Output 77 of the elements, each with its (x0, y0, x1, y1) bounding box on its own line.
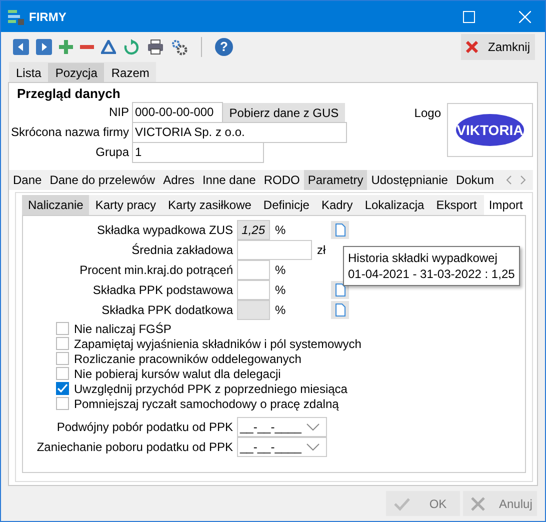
checkbox-label: Pomniejszaj ryczałt samochodowy o pracę zdalną (74, 396, 339, 410)
field-label: Średnia zakładowa (130, 242, 234, 256)
subsection-tab[interactable]: Karty pracy (89, 195, 162, 215)
help-button[interactable]: ? (215, 38, 233, 56)
section-tab[interactable]: Dokum (452, 170, 498, 190)
gears-icon[interactable] (171, 38, 188, 56)
view-tab[interactable]: Pozycja (48, 62, 104, 82)
section-tab[interactable]: Inne dane (198, 170, 260, 190)
close-icon[interactable] (519, 10, 531, 22)
app-icon (7, 8, 25, 26)
section-tab[interactable]: Dane do przelewów (46, 170, 160, 190)
field-label: Składka PPK podstawowa (92, 282, 234, 296)
printer-icon[interactable] (147, 39, 164, 55)
checkbox-label: Nie pobieraj kursów walut dla delegacji (74, 366, 281, 380)
tooltip: Historia składki wypadkowej 01-04-2021 - 31-03-2022 : 1,25 (343, 246, 520, 286)
group-field[interactable]: 1 (132, 142, 264, 163)
section-title: Przegląd danych (17, 86, 122, 101)
field-label: Procent min.kraj.do potrąceń (78, 262, 234, 276)
checkbox[interactable] (56, 397, 69, 410)
field-label: Zaniechanie poboru podatku od PPK (36, 440, 234, 454)
field-label: Grupa (94, 144, 130, 161)
logo-image: VIKTORIA (456, 114, 524, 146)
field-label: NIP (108, 104, 130, 121)
field-label: Składka wypadkowa ZUS (96, 222, 234, 236)
section-tab[interactable]: RODO (260, 170, 304, 190)
field-label: Podwójny pobór podatku od PPK (56, 420, 234, 434)
checkbox-label: Zapamiętaj wyjaśnienia składników i pól systemowych (74, 336, 362, 350)
date-dropdown[interactable]: __-__-____ (237, 417, 327, 437)
checkbox-label: Rozliczanie pracowników oddelegowanych (74, 352, 302, 366)
subsection-tab[interactable]: Karty zasiłkowe (162, 195, 258, 215)
plus-icon[interactable] (59, 40, 73, 54)
subsection-tab[interactable]: Kadry (315, 195, 359, 215)
unit-label: % (274, 302, 287, 316)
section-tab[interactable]: Dane (9, 170, 46, 190)
refresh-icon[interactable] (123, 38, 140, 56)
logo-label: Logo (414, 106, 441, 120)
x-icon (471, 496, 485, 510)
checkbox[interactable] (56, 352, 69, 365)
chevron-down-icon (306, 443, 320, 451)
subsection-tab[interactable]: Naliczanie (22, 195, 90, 215)
checkbox[interactable] (56, 322, 69, 335)
window-title: FIRMY (29, 10, 66, 24)
scroll-left-icon[interactable] (505, 175, 513, 185)
section-tab[interactable]: Parametry (304, 170, 368, 190)
section-tab[interactable]: Udostępnianie (367, 170, 452, 190)
section-tab[interactable]: Adres (159, 170, 198, 190)
unit-label: % (274, 262, 287, 276)
x-icon (466, 41, 478, 53)
close-button[interactable]: Zamknij (461, 34, 535, 60)
subsection-tab[interactable]: Lokalizacja (358, 195, 430, 215)
check-icon (394, 496, 410, 510)
unit-label: % (274, 222, 287, 236)
unit-label: % (274, 282, 287, 296)
view-tab[interactable]: Lista (9, 62, 48, 82)
field-label: Skrócona nazwa firmy (10, 124, 130, 141)
checkbox-label: Nie naliczaj FGŚP (74, 322, 172, 336)
fetch-gus-button[interactable]: Pobierz dane z GUS (223, 103, 345, 123)
company-name-field[interactable]: VICTORIA Sp. z o.o. (132, 122, 347, 143)
input-field[interactable] (237, 240, 312, 260)
checkbox[interactable] (56, 367, 69, 380)
date-dropdown[interactable]: __-__-____ (237, 437, 327, 457)
chevron-down-icon (306, 423, 320, 431)
view-tab[interactable]: Razem (104, 62, 156, 82)
subsection-tab[interactable]: Eksport (430, 195, 483, 215)
unit-label: zł (316, 242, 327, 256)
checkbox[interactable] (56, 337, 69, 350)
triangle-icon[interactable] (101, 40, 116, 54)
field-label: Składka PPK dodatkowa (100, 302, 234, 316)
subsection-tab[interactable]: Definicje (257, 195, 316, 215)
maximize-icon[interactable] (463, 10, 475, 22)
input-field[interactable] (237, 280, 270, 300)
input-field[interactable] (237, 260, 270, 280)
checkbox-label: Uwzględnij przychód PPK z poprzedniego miesiąca (74, 382, 348, 396)
checkbox[interactable] (56, 382, 69, 395)
subsection-tab[interactable]: Import (482, 195, 529, 215)
scroll-right-icon[interactable] (519, 175, 527, 185)
nip-field[interactable]: 000-00-00-000 (132, 102, 223, 123)
